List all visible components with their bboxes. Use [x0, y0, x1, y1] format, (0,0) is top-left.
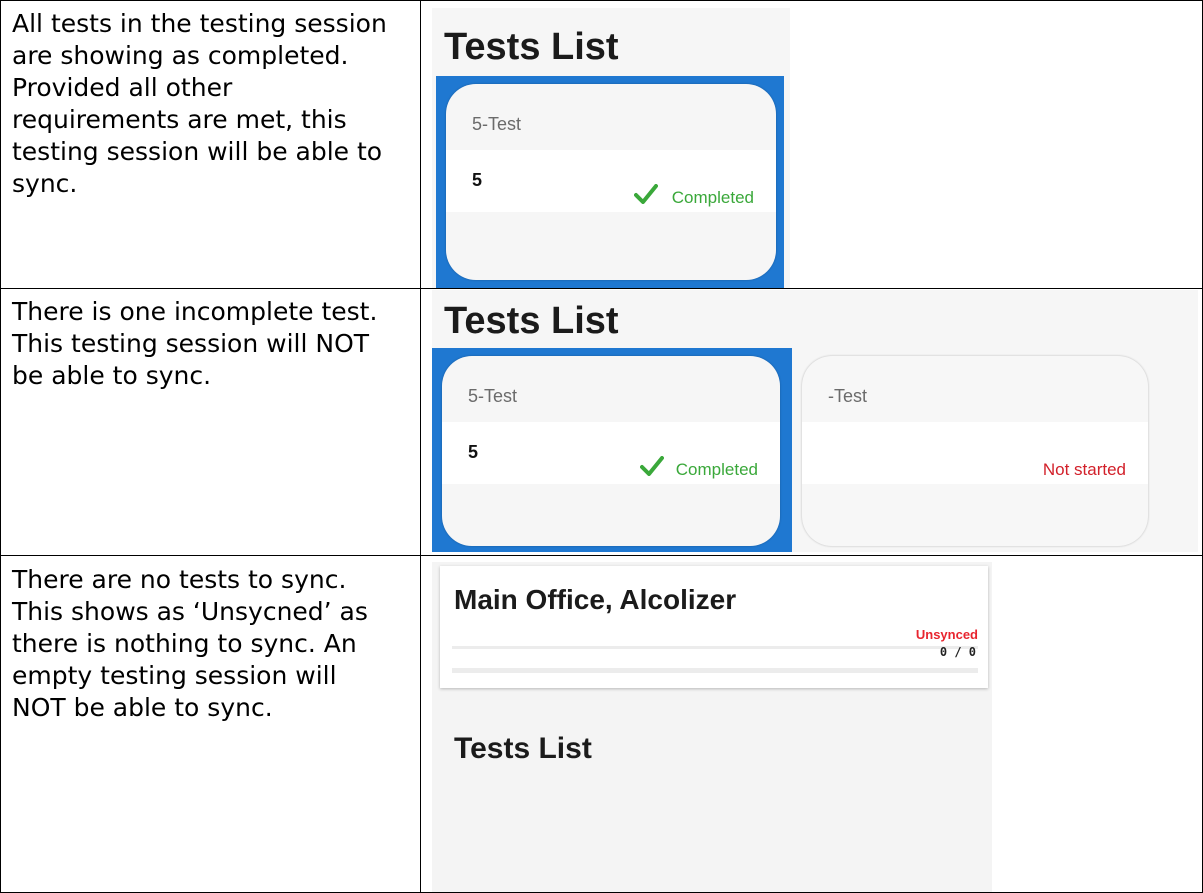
row-divider-2	[0, 555, 1203, 556]
description-line: requirements are met, this	[12, 105, 347, 134]
test-name: 5-Test	[472, 114, 522, 134]
tests-list-heading: Tests List	[444, 300, 619, 342]
test-status: Not started	[1042, 460, 1126, 479]
sync-count: 0 / 0	[939, 645, 976, 659]
tests-list-heading: Tests List	[444, 26, 619, 68]
divider	[452, 646, 978, 649]
description-line: testing session will be able to	[12, 137, 383, 166]
test-value: 5	[472, 170, 483, 190]
description-line: There are no tests to sync.	[12, 565, 347, 594]
description-line: This shows as ‘Unsycned’ as	[12, 597, 368, 626]
table-border-top	[0, 0, 1203, 1]
row-1-screenshot: Tests List 5-Test 5 Completed	[432, 8, 790, 288]
description-line: are showing as completed.	[12, 41, 349, 70]
row-1-description: All tests in the testing session are sho…	[12, 8, 412, 200]
location-title: Main Office, Alcolizer	[454, 584, 737, 615]
row-divider-1	[0, 288, 1203, 289]
test-status: Completed	[675, 460, 758, 479]
sync-progress-bar	[452, 668, 978, 673]
test-card-body: 5 Completed	[442, 422, 780, 484]
test-card-body: Not started	[802, 422, 1148, 484]
description-line: Provided all other	[12, 73, 233, 102]
column-divider	[420, 0, 421, 893]
description-line: there is nothing to sync. An	[12, 629, 357, 658]
row-3-description: There are no tests to sync. This shows a…	[12, 564, 412, 724]
description-line: sync.	[12, 169, 78, 198]
test-card-body: 5 Completed	[446, 150, 776, 212]
test-name: 5-Test	[468, 386, 518, 406]
row-2-description: There is one incomplete test. This testi…	[12, 296, 412, 392]
test-value: 5	[468, 442, 479, 462]
description-line: This testing session will NOT	[12, 329, 370, 358]
description-line: There is one incomplete test.	[12, 297, 378, 326]
test-card[interactable]: 5-Test 5 Completed	[446, 84, 776, 280]
sync-status-badge: Unsynced	[915, 627, 978, 642]
table-border-left	[0, 0, 1, 893]
tests-list-heading: Tests List	[454, 732, 592, 765]
location-card[interactable]: Main Office, Alcolizer Unsynced 0 / 0	[440, 566, 988, 688]
row-3-screenshot: Main Office, Alcolizer Unsynced 0 / 0 Te…	[432, 562, 992, 892]
test-card[interactable]: 5-Test 5 Completed	[442, 356, 780, 546]
description-line: All tests in the testing session	[12, 9, 387, 38]
checkmark-icon	[634, 184, 658, 204]
checkmark-icon	[640, 456, 664, 476]
test-card[interactable]: -Test Not started	[802, 356, 1148, 546]
test-name: -Test	[828, 386, 868, 406]
row-2-screenshot: Tests List 5-Test 5 Completed -Test Not …	[432, 290, 1198, 552]
description-line: be able to sync.	[12, 361, 212, 390]
test-status: Completed	[671, 188, 754, 207]
description-line: NOT be able to sync.	[12, 693, 273, 722]
description-line: empty testing session will	[12, 661, 337, 690]
